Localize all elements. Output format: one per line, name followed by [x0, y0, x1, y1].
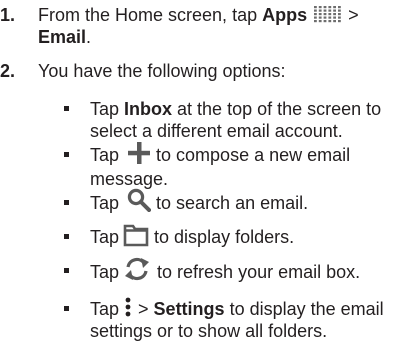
tap-word: Tap [90, 99, 125, 119]
bullet-marker [64, 152, 69, 157]
apps-grid-dot [323, 16, 327, 19]
option-line-2: select a different email account. [90, 121, 343, 141]
option-line-1: to display folders. [149, 227, 295, 247]
step-text: You have the following options: [38, 60, 286, 82]
apps-grid-dot [338, 13, 341, 16]
apps-grid-dot [323, 6, 327, 9]
apps-grid-dot [318, 13, 322, 16]
tap-word: Tap [90, 227, 120, 247]
apps-grid-dot [328, 9, 332, 12]
plus-icon [127, 141, 151, 165]
apps-grid-dot [333, 16, 337, 19]
step-number: 1. [0, 5, 16, 25]
option-text: Tap Inbox at the top of the screen to se… [90, 98, 381, 142]
email-label: Email [38, 27, 87, 47]
option-text: Tap to refresh your email box. [90, 257, 361, 286]
menu-icon [125, 297, 131, 317]
apps-grid-dot [314, 20, 317, 23]
tap-word: Tap [90, 193, 120, 213]
apps-grid-dot [314, 9, 317, 12]
apps-grid-dot [333, 6, 337, 9]
settings-label: Settings [153, 299, 225, 319]
apps-grid-dot [323, 13, 327, 16]
tap-word: Tap [90, 145, 120, 165]
apps-grid-dot [314, 13, 317, 16]
apps-grid-dot [328, 16, 332, 19]
apps-label: Apps [262, 5, 308, 25]
step-1-text-after: > [343, 5, 359, 25]
bullet-marker [64, 200, 69, 205]
option-line-1: to search an email. [151, 193, 309, 213]
option-line-2: settings or to show all folders. [90, 321, 328, 342]
option-text: Tap to compose a new email message. [90, 141, 351, 190]
option-line-1: at the top of the screen to [172, 99, 382, 119]
apps-grid-dot [323, 20, 327, 23]
apps-grid-dot [318, 16, 322, 19]
option-line-2: message. [90, 169, 169, 190]
tap-word: Tap [90, 261, 120, 282]
apps-grid-dot [328, 13, 332, 16]
step-2-text: You have the following options: [38, 61, 286, 81]
tap-word: Tap [90, 299, 120, 319]
apps-grid-dot [333, 9, 337, 12]
step-text: From the Home screen, tap Apps > Email. [38, 4, 359, 48]
option-text: Tap to display folders. [90, 223, 295, 250]
apps-grid-dot [318, 20, 322, 23]
option-line-1: to compose a new email [151, 145, 351, 165]
bullet-marker [64, 306, 69, 311]
refresh-icon [122, 256, 152, 282]
option-text: Tap to search an email. [90, 189, 309, 216]
apps-grid-dot [338, 16, 341, 19]
inbox-label: Inbox [124, 99, 173, 119]
option-text: Tap > Settings to display the email sett… [90, 297, 384, 342]
bullet-marker [64, 106, 69, 111]
apps-grid-dot [328, 20, 332, 23]
arrow-separator: > [133, 299, 154, 319]
search-icon [127, 188, 152, 213]
step-number: 2. [0, 61, 16, 81]
apps-grid-dot [314, 6, 317, 9]
step-1-text-end: . [86, 27, 92, 47]
apps-grid-dot [333, 20, 337, 23]
apps-grid-dot [338, 20, 341, 23]
instructions-page: 1. From the Home screen, tap Apps > Emai… [0, 0, 396, 344]
apps-grid-icon [313, 5, 343, 23]
apps-grid-dot [318, 6, 322, 9]
apps-grid-dot [323, 9, 327, 12]
bullet-marker [64, 268, 69, 273]
folder-icon [123, 223, 149, 247]
apps-grid-dot [338, 6, 341, 9]
step-1-text-before: From the Home screen, tap [38, 5, 263, 25]
apps-grid-dot [338, 9, 341, 12]
apps-grid-dot [328, 6, 332, 9]
option-line-1: to display the email [224, 299, 384, 319]
bullet-marker [64, 234, 69, 239]
apps-grid-dot [333, 13, 337, 16]
option-line-1: to refresh your email box. [152, 261, 361, 282]
apps-grid-dot [314, 16, 317, 19]
apps-grid-dot [318, 9, 322, 12]
